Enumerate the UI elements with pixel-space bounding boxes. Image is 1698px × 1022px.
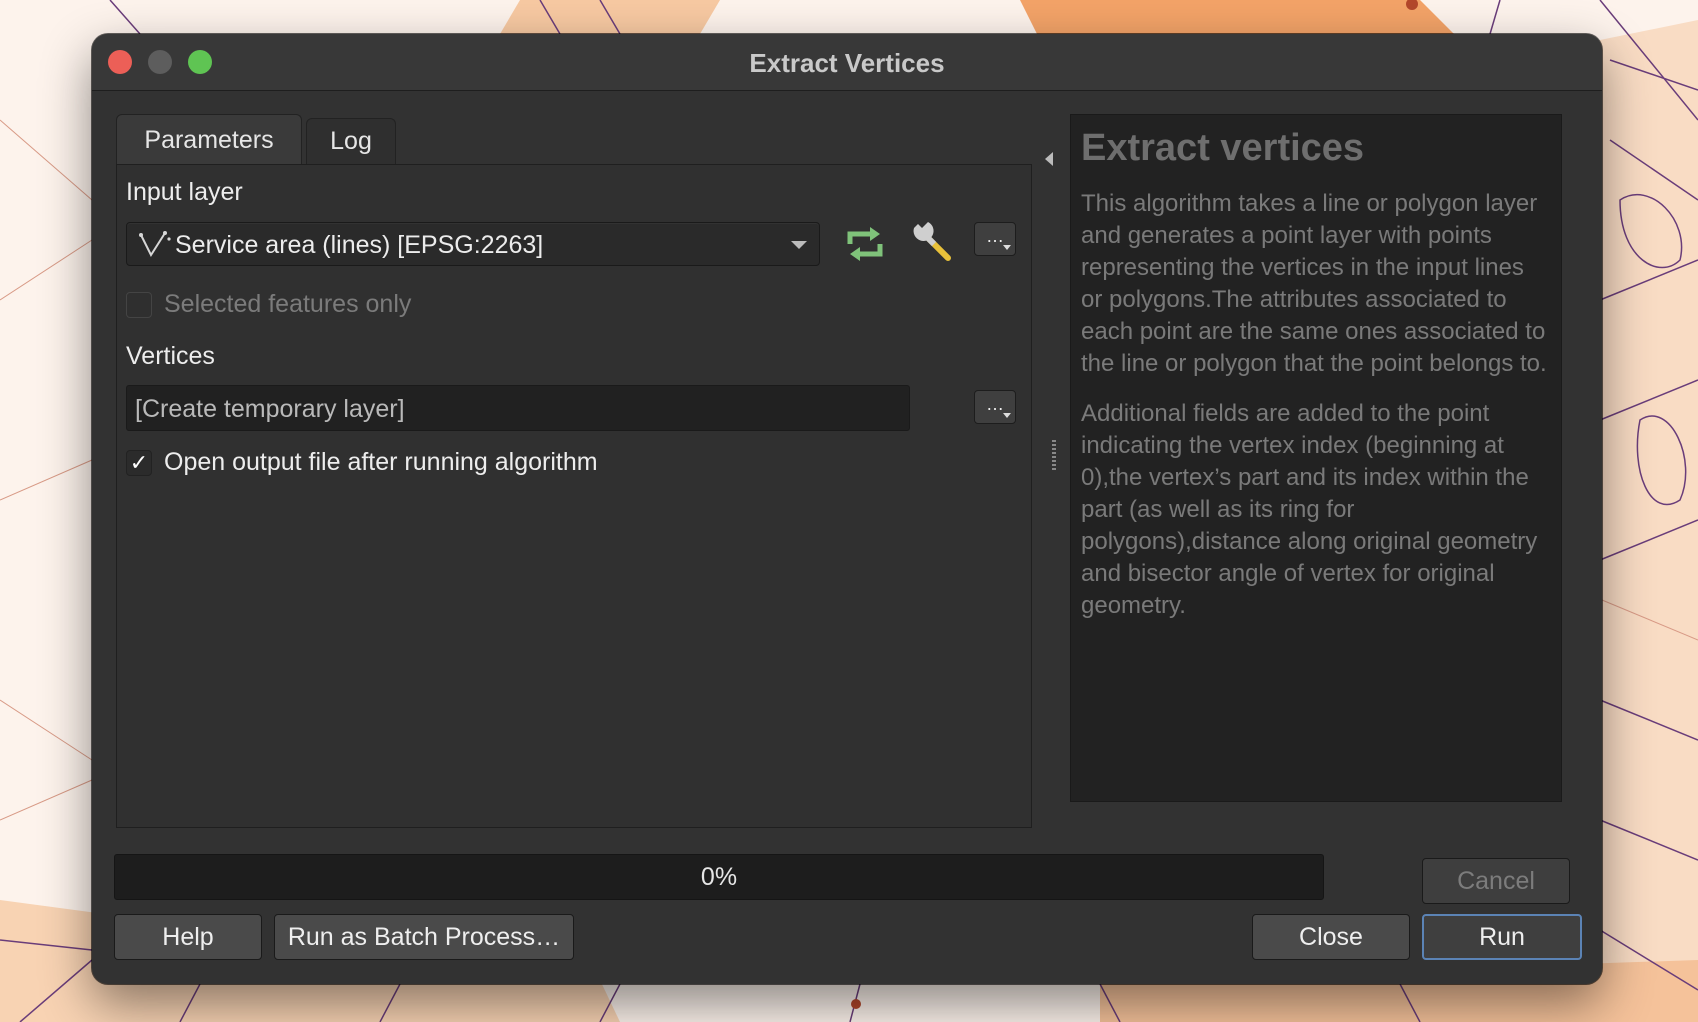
extract-vertices-dialog: Extract Vertices Parameters Log Input la… [92,34,1602,984]
title-bar: Extract Vertices [92,34,1602,91]
help-paragraph: Additional fields are added to the point… [1081,400,1538,619]
help-button[interactable]: Help [114,914,262,960]
vertices-output-value: [Create temporary layer] [135,395,405,423]
vertices-label: Vertices [126,342,215,370]
input-layer-options-button[interactable]: … [974,222,1016,256]
dropdown-caret-icon [1003,245,1011,250]
help-panel: Extract vertices This algorithm takes a … [1070,114,1562,802]
checkmark-icon: ✓ [129,450,149,475]
vertices-browse-button[interactable]: … [974,390,1016,424]
progress-bar: 0% [114,854,1324,900]
input-layer-select[interactable]: Service area (lines) [EPSG:2263] [126,222,820,266]
ellipsis-label: … [986,226,1004,246]
selected-features-checkbox[interactable] [126,292,152,318]
ellipsis-label: … [986,394,1004,414]
help-paragraph: This algorithm takes a line or polygon l… [1081,190,1547,377]
panel-splitter-handle[interactable] [1052,440,1056,472]
tab-log[interactable]: Log [306,118,396,164]
dropdown-caret-icon [1003,413,1011,418]
run-button[interactable]: Run [1422,914,1582,960]
iterate-icon[interactable] [842,222,888,266]
window-title: Extract Vertices [749,48,945,78]
cancel-button[interactable]: Cancel [1422,858,1570,904]
run-as-batch-button[interactable]: Run as Batch Process… [274,914,574,960]
input-layer-value: Service area (lines) [EPSG:2263] [175,231,544,259]
open-output-label: Open output file after running algorithm [164,448,598,476]
progress-text: 0% [700,863,738,891]
input-layer-label: Input layer [126,178,243,206]
collapse-help-icon[interactable] [1045,152,1053,166]
vertices-output-field[interactable]: [Create temporary layer] [126,385,910,431]
open-output-checkbox[interactable]: ✓ [126,450,152,476]
help-title: Extract vertices [1081,127,1365,169]
tab-parameters[interactable]: Parameters [116,114,302,166]
close-button[interactable]: Close [1252,914,1410,960]
selected-features-label: Selected features only [164,290,412,318]
chevron-down-icon [791,241,807,249]
line-layer-icon [139,231,171,258]
wrench-icon[interactable] [908,218,958,268]
